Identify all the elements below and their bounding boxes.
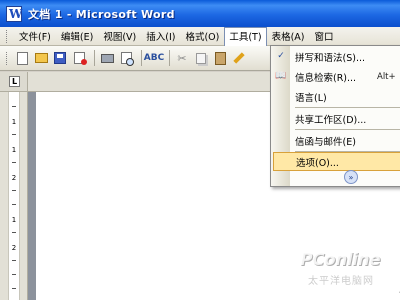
- print-icon[interactable]: [99, 50, 115, 66]
- ruler-tick: [12, 260, 16, 261]
- menu-item-letters-mailings[interactable]: 信函与邮件(E): [271, 131, 400, 150]
- word-app-icon[interactable]: [6, 5, 22, 22]
- ruler-tick: [12, 162, 16, 163]
- menu-table[interactable]: 表格(A): [267, 27, 310, 45]
- tab-stop-icon[interactable]: L: [9, 76, 20, 87]
- menu-item-label: 语言(L): [295, 92, 327, 104]
- menu-item-label: 共享工作区(D)...: [295, 114, 367, 126]
- ruler-tick: [12, 190, 16, 191]
- menu-view[interactable]: 视图(V): [98, 27, 141, 45]
- menu-item-spelling-grammar[interactable]: ✓ 拼写和语法(S)...: [271, 47, 400, 66]
- ruler-number: 2: [11, 244, 17, 252]
- toolbar-grip[interactable]: [6, 51, 9, 65]
- menu-edit[interactable]: 编辑(E): [56, 27, 98, 45]
- ruler-tick: [12, 204, 16, 205]
- toolbar-separator: [141, 50, 142, 66]
- menu-item-shortcut: Alt+: [377, 71, 396, 82]
- menu-separator: [295, 107, 400, 108]
- toolbar-separator: [94, 50, 95, 66]
- menu-window[interactable]: 窗口: [309, 27, 338, 45]
- paste-icon[interactable]: [212, 50, 228, 66]
- menu-item-label: 信息检索(R)...: [295, 72, 357, 84]
- tab-selector[interactable]: L: [0, 72, 28, 92]
- save-icon[interactable]: [52, 50, 68, 66]
- format-painter-icon[interactable]: [231, 50, 247, 66]
- menu-item-options[interactable]: 选项(O)...: [273, 152, 400, 171]
- ruler-number: 1: [11, 146, 17, 154]
- cut-icon[interactable]: ✂: [174, 50, 190, 66]
- menu-item-label: 信函与邮件(E): [295, 136, 356, 148]
- menu-separator: [295, 129, 400, 130]
- window-title: 文档 1 - Microsoft Word: [28, 7, 175, 21]
- ruler-tick: [12, 288, 16, 289]
- watermark-subtitle: 太平洋电脑网: [308, 276, 374, 287]
- menu-item-research[interactable]: 📖 信息检索(R)... Alt+: [271, 67, 400, 86]
- menu-bar: 文件(F) 编辑(E) 视图(V) 插入(I) 格式(O) 工具(T) 表格(A…: [0, 26, 400, 46]
- new-document-icon[interactable]: [14, 50, 30, 66]
- menu-item-label: 拼写和语法(S)...: [295, 52, 366, 64]
- ruler-number: 1: [11, 118, 17, 126]
- ruler-tick: [12, 274, 16, 275]
- title-bar: 文档 1 - Microsoft Word: [0, 0, 400, 27]
- permission-icon[interactable]: [71, 50, 87, 66]
- menu-item-label: 选项(O)...: [296, 157, 339, 169]
- research-icon: 📖: [275, 71, 287, 81]
- menu-file[interactable]: 文件(F): [14, 27, 56, 45]
- ruler-number: 1: [11, 216, 17, 224]
- menubar-grip[interactable]: [6, 29, 9, 43]
- toolbar-separator: [169, 50, 170, 66]
- menu-item-shared-workspace[interactable]: 共享工作区(D)...: [271, 109, 400, 128]
- vertical-ruler[interactable]: 1 1 2 1 2: [0, 92, 28, 300]
- tools-menu: ✓ 拼写和语法(S)... 📖 信息检索(R)... Alt+ 语言(L) 共享…: [270, 45, 400, 187]
- menu-item-language[interactable]: 语言(L): [271, 87, 400, 106]
- ruler-tick: [12, 106, 16, 107]
- ruler-tick: [12, 134, 16, 135]
- print-preview-icon[interactable]: [118, 50, 134, 66]
- menu-insert[interactable]: 插入(I): [141, 27, 180, 45]
- menu-tools[interactable]: 工具(T): [224, 26, 267, 46]
- open-icon[interactable]: [33, 50, 49, 66]
- copy-icon[interactable]: [193, 50, 209, 66]
- menu-format[interactable]: 格式(O): [180, 27, 224, 45]
- watermark: PConline 太平洋电脑网: [300, 250, 400, 294]
- ruler-tick: [12, 232, 16, 233]
- ruler-number: 2: [11, 174, 17, 182]
- spelling-icon[interactable]: ABC: [144, 50, 164, 66]
- spelling-grammar-icon: ✓: [277, 51, 285, 61]
- watermark-brand: PConline: [300, 250, 381, 270]
- chevron-double-down-icon[interactable]: »: [344, 170, 358, 184]
